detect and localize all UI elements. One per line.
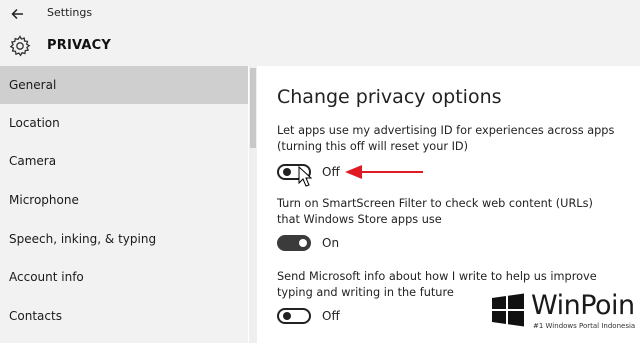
sidebar-scrollbar[interactable]: [249, 66, 257, 343]
sidebar-item-label: Microphone: [9, 193, 79, 207]
watermark-name: WinPoin: [531, 290, 635, 321]
sidebar-item-general[interactable]: General: [0, 66, 248, 104]
sidebar-item-label: Camera: [9, 154, 57, 168]
gear-icon: [9, 35, 31, 57]
sidebar-item-contacts[interactable]: Contacts: [0, 297, 248, 335]
typing-info-toggle[interactable]: [277, 308, 311, 324]
sidebar-item-label: General: [9, 78, 57, 92]
sidebar-item-microphone[interactable]: Microphone: [0, 181, 248, 219]
sidebar-item-location[interactable]: Location: [0, 104, 248, 142]
smartscreen-toggle[interactable]: [277, 235, 311, 251]
sidebar-item-label: Location: [9, 116, 60, 130]
sidebar-item-label: Contacts: [9, 309, 62, 323]
page-title: Change privacy options: [277, 86, 502, 108]
title-bar: Settings: [0, 0, 640, 28]
mouse-cursor-icon: [298, 166, 313, 187]
option-description: Turn on SmartScreen Filter to check web …: [277, 197, 593, 226]
toggle-state-label: Off: [322, 165, 340, 179]
toggle-knob: [283, 168, 291, 176]
window-title: Settings: [47, 6, 93, 19]
toggle-knob: [299, 239, 307, 247]
toggle-state-label: On: [322, 236, 340, 250]
back-arrow-icon[interactable]: [9, 5, 27, 23]
windows-logo-icon: [492, 293, 524, 327]
sidebar-item-label: Speech, inking, & typing: [9, 232, 157, 246]
option-description: Let apps use my advertising ID for exper…: [277, 124, 615, 153]
sidebar-item-account-info[interactable]: Account info: [0, 258, 248, 296]
sidebar-item-speech[interactable]: Speech, inking, & typing: [0, 220, 248, 258]
sidebar-item-label: Account info: [9, 270, 84, 284]
section-header: PRIVACY: [0, 28, 640, 66]
sidebar-item-camera[interactable]: Camera: [0, 142, 248, 180]
scrollbar-thumb[interactable]: [250, 68, 256, 148]
toggle-knob: [283, 312, 291, 320]
section-title: PRIVACY: [47, 38, 111, 53]
sidebar: General Location Camera Microphone Speec…: [0, 66, 248, 343]
toggle-state-label: Off: [322, 309, 340, 323]
watermark: WinPoin #1 Windows Portal Indonesia: [486, 284, 640, 343]
watermark-tagline: #1 Windows Portal Indonesia: [533, 322, 636, 330]
red-arrow-annotation: [345, 165, 423, 179]
